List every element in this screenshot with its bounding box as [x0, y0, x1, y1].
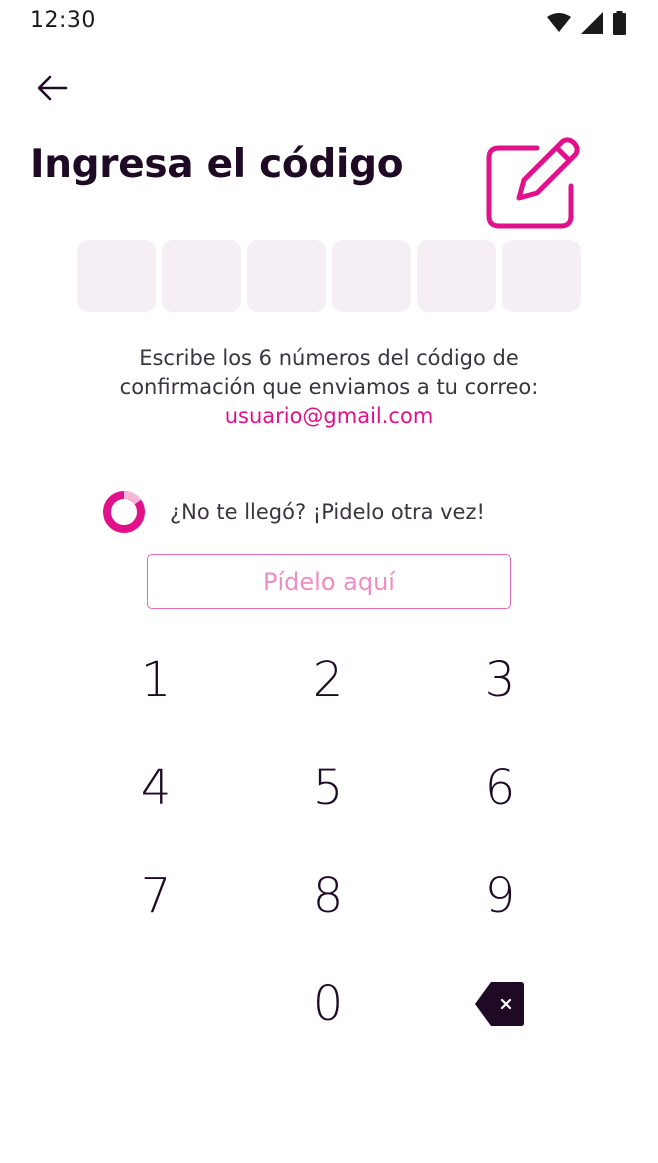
code-digit-1[interactable]: [77, 240, 156, 312]
key-5[interactable]: 5: [242, 734, 414, 842]
key-6[interactable]: 6: [414, 734, 586, 842]
instructions-line-1: Escribe los 6 números del código de: [139, 346, 519, 370]
edit-illustration: [485, 136, 581, 234]
backspace-icon: [475, 982, 524, 1026]
code-input-row: [77, 240, 581, 312]
code-digit-3[interactable]: [247, 240, 326, 312]
code-digit-5[interactable]: [417, 240, 496, 312]
code-digit-6[interactable]: [502, 240, 581, 312]
status-time: 12:30: [30, 8, 96, 33]
status-bar: 12:30: [0, 0, 658, 44]
arrow-left-icon: [37, 75, 68, 101]
signal-icon: [581, 12, 603, 34]
instructions-line-2: confirmación que enviamos a tu correo:: [119, 375, 539, 399]
instructions: Escribe los 6 números del código de conf…: [0, 344, 658, 431]
key-1[interactable]: 1: [70, 626, 242, 734]
countdown-ring-icon: [103, 491, 145, 533]
resend-row: ¿No te llegó? ¡Pidelo otra vez!: [100, 488, 485, 536]
key-empty: [70, 950, 242, 1058]
key-8[interactable]: 8: [242, 842, 414, 950]
code-digit-4[interactable]: [332, 240, 411, 312]
status-icons: [547, 11, 626, 35]
battery-icon: [613, 11, 626, 35]
key-0[interactable]: 0: [242, 950, 414, 1058]
wifi-icon: [547, 13, 571, 32]
page-title: Ingresa el código: [30, 142, 404, 187]
key-2[interactable]: 2: [242, 626, 414, 734]
email-link[interactable]: usuario@gmail.com: [225, 402, 434, 431]
numeric-keypad: 1 2 3 4 5 6 7 8 9 0: [70, 626, 588, 1058]
back-button[interactable]: [30, 66, 74, 110]
edit-pencil-icon: [486, 137, 580, 229]
key-4[interactable]: 4: [70, 734, 242, 842]
code-digit-2[interactable]: [162, 240, 241, 312]
resend-button[interactable]: Pídelo aquí: [147, 554, 511, 609]
key-7[interactable]: 7: [70, 842, 242, 950]
resend-text: ¿No te llegó? ¡Pidelo otra vez!: [170, 500, 485, 524]
delete-key[interactable]: [414, 950, 586, 1058]
key-3[interactable]: 3: [414, 626, 586, 734]
key-9[interactable]: 9: [414, 842, 586, 950]
